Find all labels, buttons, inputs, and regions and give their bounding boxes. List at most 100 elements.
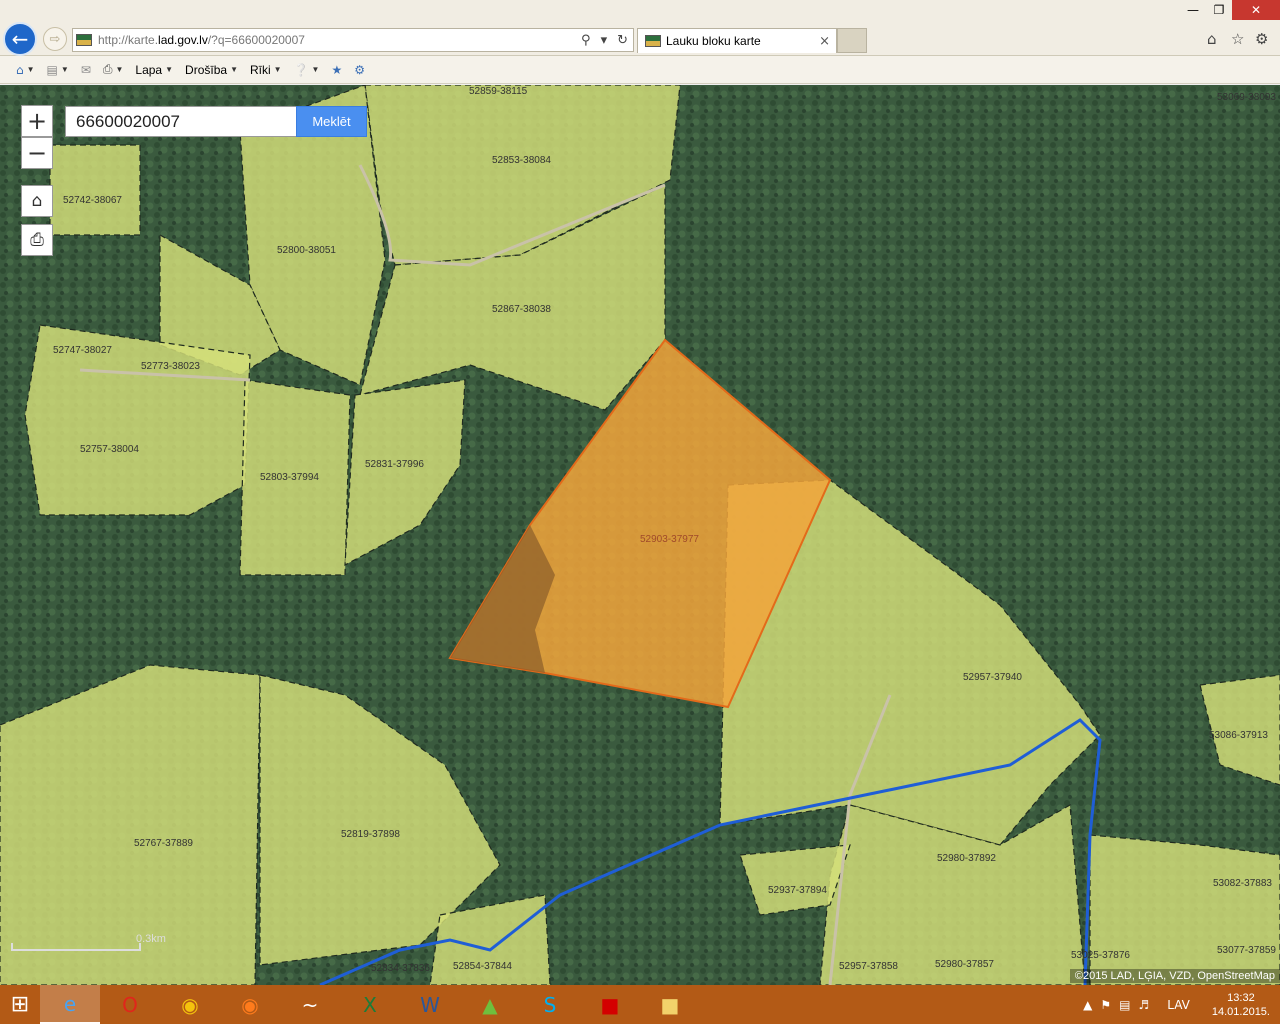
tool-button[interactable]: ⚙ [354,63,365,77]
parcel-label: 52957-37858 [839,961,898,972]
mail-button[interactable]: ✉ [81,63,91,77]
tab-favicon-icon [645,35,661,47]
parcel-label: 52742-38067 [63,195,122,206]
parcel-label: 52800-38051 [277,245,336,256]
field-52742-38067[interactable] [49,144,141,236]
taskbar-avg[interactable]: ▲ [460,985,520,1024]
taskbar-ie[interactable]: e [40,985,100,1024]
winrar-icon: ~ [301,992,319,1017]
flag-icon[interactable]: ⚑ [1100,998,1111,1012]
help-menu[interactable]: ❔ ▼ [294,63,320,77]
internet-explorer-icon: e [63,991,77,1016]
print-menu[interactable]: ⎙ ▼ [103,62,124,77]
search-icon[interactable]: ⚲ [581,33,591,48]
field-53082-37883[interactable] [1089,834,1280,985]
file-explorer-icon: ■ [660,992,680,1017]
minimize-button[interactable]: — [1180,0,1206,20]
browser-tab[interactable]: Lauku bloku karte × [637,28,837,53]
parcel-label: 52957-37940 [963,672,1022,683]
highlighted-parcel-label: 52903-37977 [640,534,699,545]
parcel-label: 52831-37996 [365,459,424,470]
clock-date: 14.01.2015. [1211,1005,1270,1018]
feeds-menu[interactable]: ▤ ▼ [47,63,69,77]
print-icon: ⎙ [102,62,113,76]
site-favicon-icon [76,34,92,46]
command-bar: ⌂ ▼ ▤ ▼ ✉ ⎙ ▼ Lapa ▼ Drošība ▼ Rīki ▼ ❔ ▼ ★ ⚙ [0,56,1280,84]
maximize-button[interactable]: ❐ [1206,0,1232,20]
parcel-label: 52747-38027 [53,345,112,356]
chrome-icon: ◉ [181,992,199,1017]
parcel-label: 53069-38093 [1217,92,1276,103]
safety-menu[interactable]: Drošība ▼ [185,63,238,77]
print-icon: ⎙ [30,230,44,250]
url-domain: lad.gov.lv [158,33,208,47]
language-indicator[interactable]: LAV [1167,998,1190,1012]
tab-title: Lauku bloku karte [666,34,761,48]
address-url[interactable]: http://karte.lad.gov.lv/?q=66600020007 [98,33,576,47]
search-input[interactable]: 66600020007 [65,106,297,137]
parcel-label: 52980-37892 [937,853,996,864]
parcel-label: 52767-37889 [134,838,193,849]
volume-icon[interactable]: ♬ [1138,998,1149,1012]
search-button[interactable]: Meklēt [296,106,367,137]
dropdown-icon[interactable]: ▾ [601,33,608,48]
windows-logo-icon: ⊞ [10,992,30,1017]
taskbar-acrobat[interactable]: ■ [580,985,640,1024]
parcel-label: 52757-38004 [80,444,139,455]
word-icon: W [420,992,440,1017]
tray-expand-icon[interactable]: ▲ [1083,998,1092,1012]
parcel-label: 52980-37857 [935,959,994,970]
clock-time: 13:32 [1227,991,1255,1004]
skype-icon: S [543,992,557,1017]
taskbar-explorer[interactable]: ■ [640,985,700,1024]
field-52767-37889[interactable] [0,664,261,985]
home-menu[interactable]: ⌂ ▼ [16,63,35,77]
avg-icon: ▲ [482,992,498,1017]
map-attribution[interactable]: ©2015 LAD, LĢIA, VZD, OpenStreetMap [1069,969,1280,983]
network-icon[interactable]: ▤ [1119,998,1130,1012]
print-button[interactable]: ⎙ [21,224,53,256]
start-button[interactable]: ⊞ [0,985,40,1024]
refresh-icon[interactable]: ↻ [617,33,628,48]
browser-titlebar: ← ⇨ http://karte.lad.gov.lv/?q=666000200… [0,0,1280,56]
forward-button[interactable]: ⇨ [43,27,67,51]
taskbar-chrome[interactable]: ◉ [160,985,220,1024]
parcel-label: 53025-37876 [1071,950,1130,961]
taskbar-opera[interactable]: O [100,985,160,1024]
scale-bar [11,943,141,951]
home-cmd-icon: ⌂ [16,62,24,77]
url-prefix: http://karte. [98,33,159,47]
zoom-out-button[interactable]: − [21,137,53,169]
zoom-in-button[interactable]: + [21,105,53,137]
taskbar-excel[interactable]: X [340,985,400,1024]
map-view[interactable]: 52859-38115 52853-38084 53069-38093 5274… [0,85,1280,985]
research-button[interactable]: ★ [331,63,342,77]
home-extent-button[interactable]: ⌂ [21,185,53,217]
parcel-label: 52867-38038 [492,304,551,315]
back-button[interactable]: ← [3,22,37,56]
close-tab-icon[interactable]: × [819,34,830,49]
parcel-label: 52937-37894 [768,885,827,896]
new-tab-button[interactable] [837,28,867,53]
taskbar-skype[interactable]: S [520,985,580,1024]
safety-menu-label: Drošība [185,62,228,77]
excel-icon: X [363,992,377,1017]
clock[interactable]: 13:32 14.01.2015. [1212,991,1270,1019]
taskbar-word[interactable]: W [400,985,460,1024]
address-bar[interactable]: http://karte.lad.gov.lv/?q=66600020007 ⚲… [72,28,634,52]
taskbar-winrar[interactable]: ~ [280,985,340,1024]
settings-gear-icon[interactable]: ⚙ [1255,30,1268,48]
home-icon[interactable]: ⌂ [1207,30,1217,48]
parcel-label: 52859-38115 [469,86,528,97]
help-icon: ❔ [293,62,309,77]
mail-icon: ✉ [80,62,91,77]
parcel-label: 53077-37859 [1217,945,1276,956]
close-window-button[interactable]: ✕ [1232,0,1280,20]
tools-menu[interactable]: Rīki ▼ [250,63,282,77]
page-menu[interactable]: Lapa ▼ [135,63,173,77]
field-52980-37892[interactable] [819,804,1086,985]
parcel-label: 52773-38023 [141,361,200,372]
favorites-star-icon[interactable]: ☆ [1231,30,1244,48]
windows-taskbar: ⊞ e O ◉ ◉ ~ X W ▲ S ■ ■ ▲ ⚑ ▤ ♬ LAV 13:3… [0,985,1280,1024]
taskbar-firefox[interactable]: ◉ [220,985,280,1024]
